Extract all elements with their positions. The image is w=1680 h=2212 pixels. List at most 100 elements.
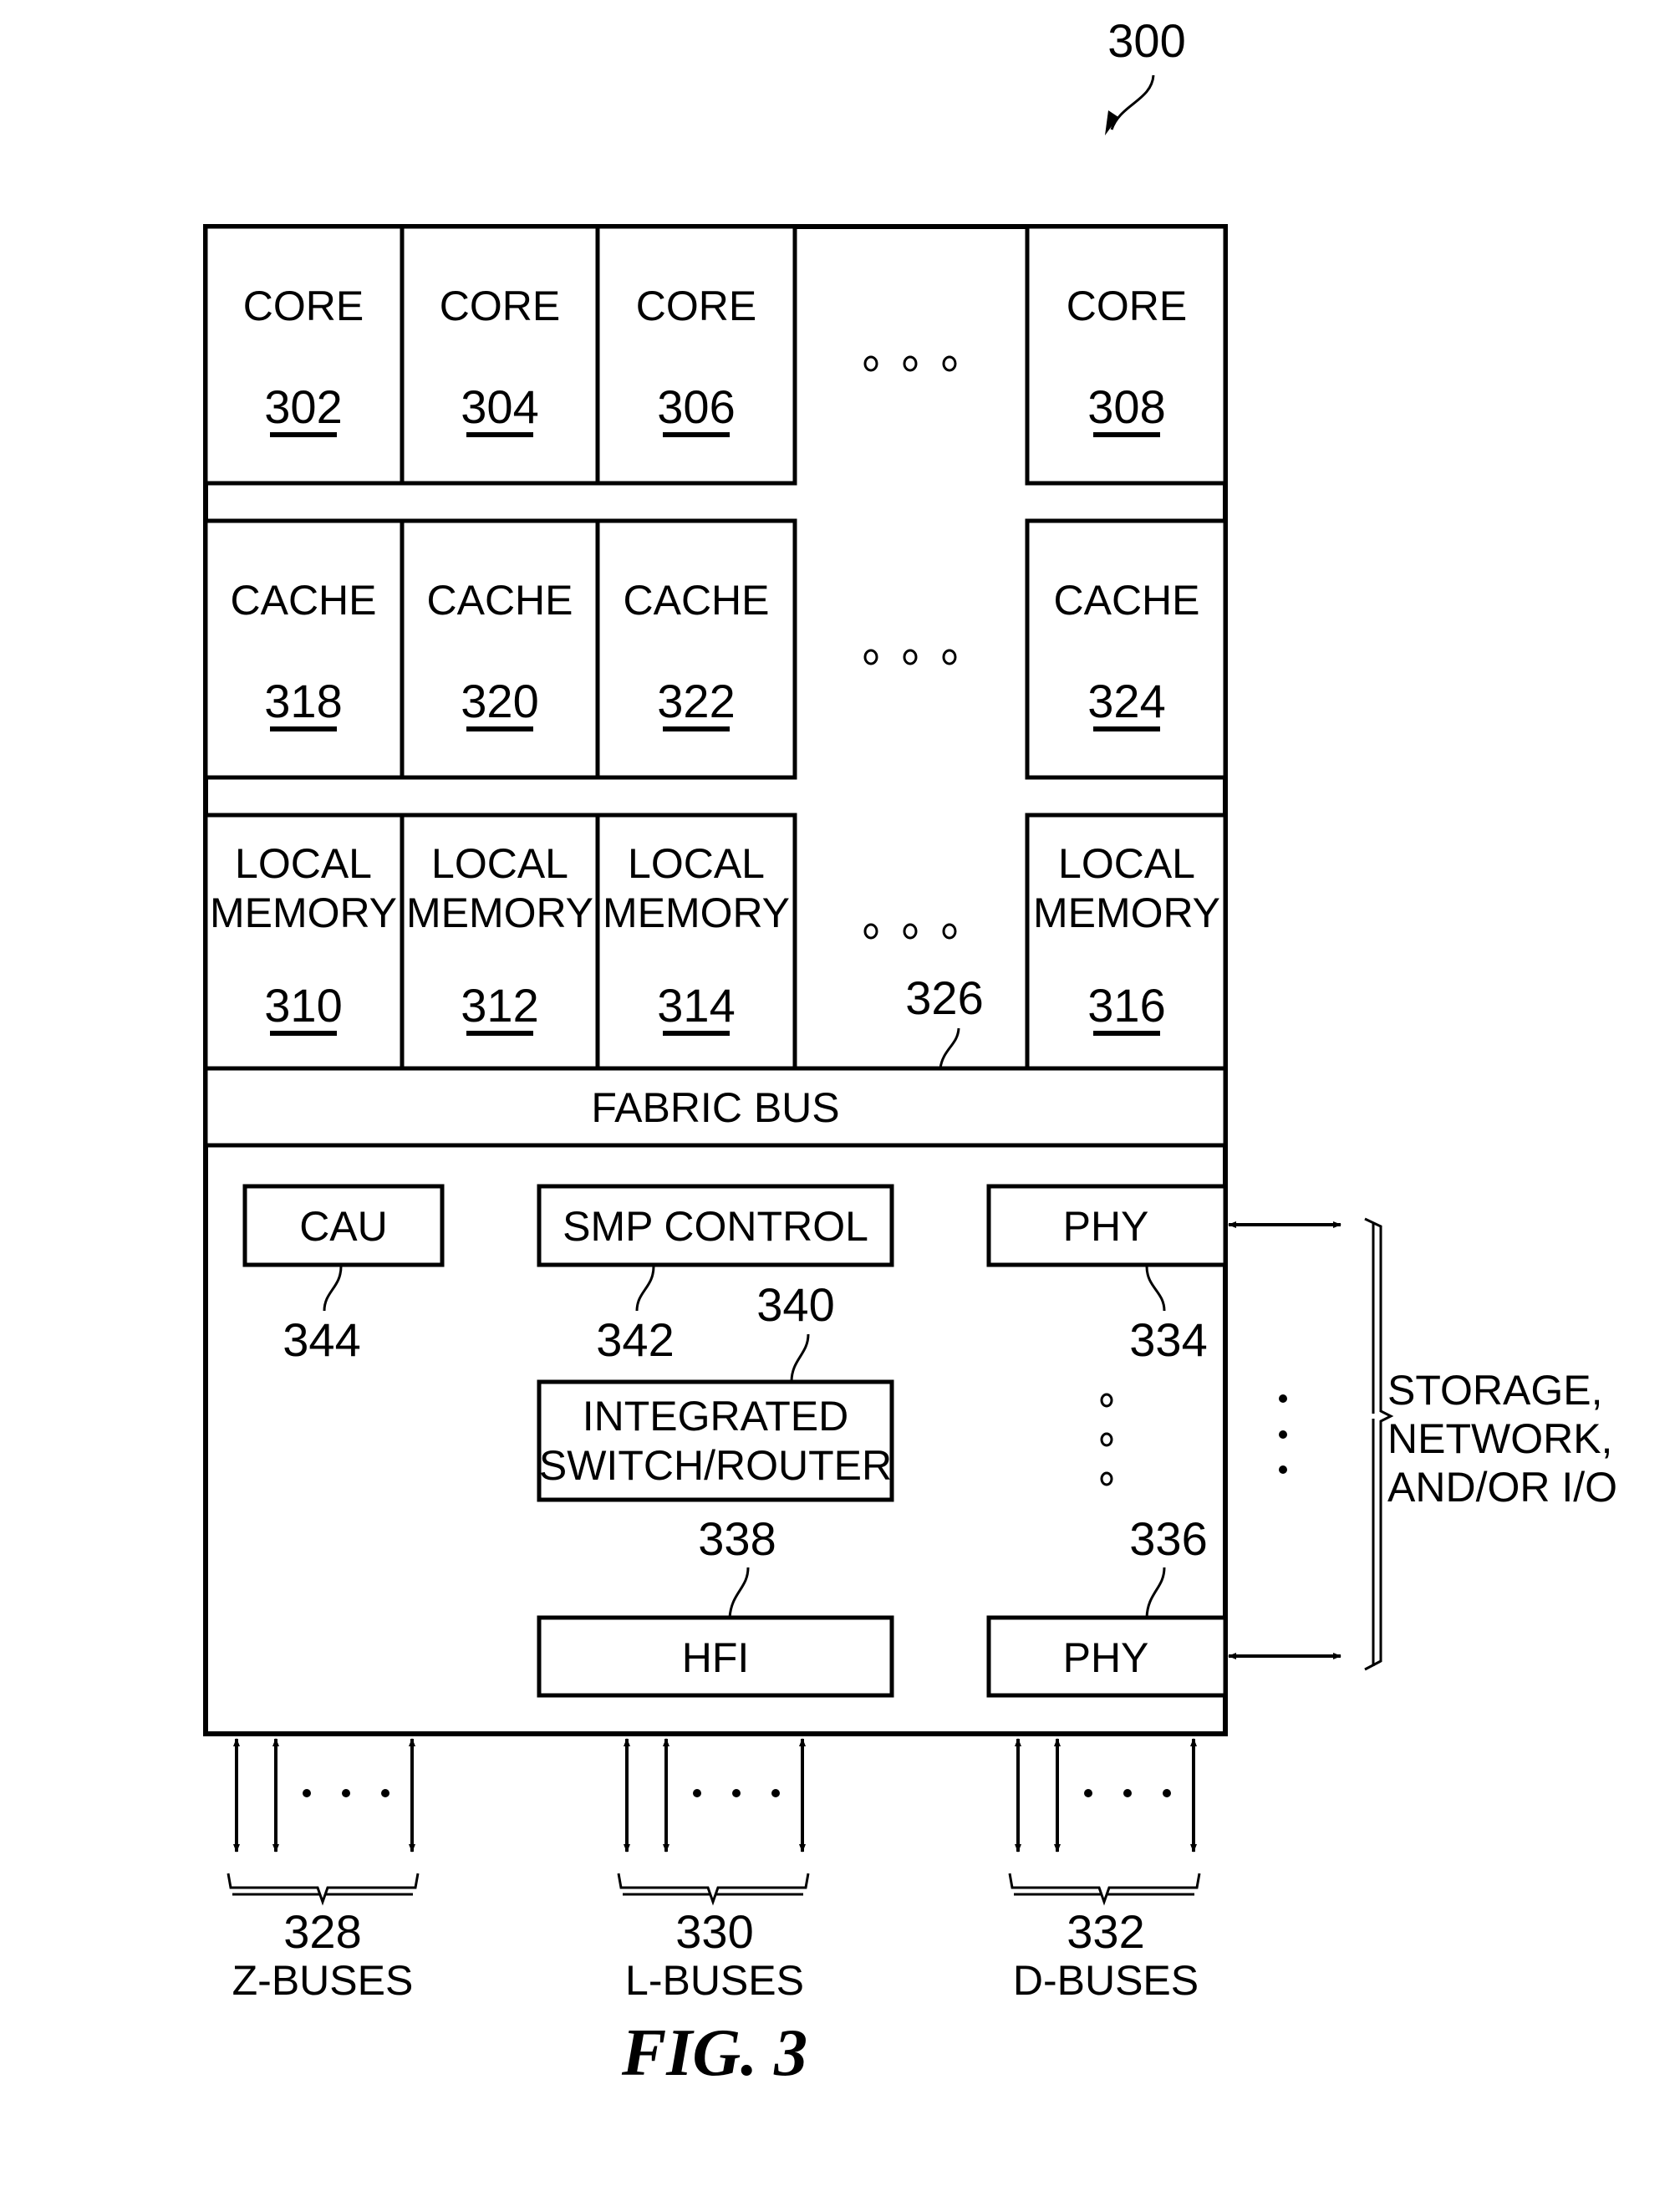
- l-buses-ellipsis-icon: [693, 1789, 780, 1797]
- core-ref: 308: [1087, 380, 1165, 433]
- core-ellipsis-icon: [863, 355, 957, 372]
- phy-top-label: PHY: [1063, 1203, 1149, 1250]
- cache-block[interactable]: CACHE 324: [1025, 518, 1228, 780]
- phy-top-ref: 334: [1129, 1313, 1207, 1366]
- cache-block[interactable]: CACHE 318: [203, 518, 405, 780]
- core-block[interactable]: CORE 306: [595, 224, 797, 486]
- switch-router-leader-icon: [790, 1333, 810, 1383]
- fabric-bus-ref: 326: [905, 971, 983, 1024]
- figure-caption: FIG. 3: [621, 2016, 807, 2090]
- local-memory-label-line1: LOCAL: [628, 840, 765, 887]
- local-memory-block[interactable]: LOCAL MEMORY 314: [595, 813, 797, 1071]
- local-memory-label-line1: LOCAL: [235, 840, 372, 887]
- local-memory-label-line1: LOCAL: [1058, 840, 1195, 887]
- local-memory-block[interactable]: LOCAL MEMORY 310: [203, 813, 405, 1071]
- local-memory-ellipsis-icon: [863, 923, 957, 940]
- cau-ref: 344: [283, 1313, 360, 1366]
- external-label-line2: NETWORK,: [1387, 1415, 1612, 1462]
- core-ref: 302: [264, 380, 342, 433]
- fig3-diagram: 300 CORE 302 CORE 304 CORE 306 CORE 308 …: [203, 14, 1617, 2090]
- d-buses-ellipsis-icon: [1084, 1789, 1171, 1797]
- phy-bottom-ref: 336: [1129, 1512, 1207, 1565]
- local-memory-block[interactable]: LOCAL MEMORY 312: [400, 813, 600, 1071]
- cache-row: CACHE 318 CACHE 320 CACHE 322 CACHE 324: [203, 518, 1228, 780]
- switch-router-ref: 340: [756, 1278, 834, 1331]
- z-buses-ref: 328: [283, 1905, 361, 1958]
- switch-router-label-line2: SWITCH/ROUTER: [539, 1442, 892, 1489]
- local-memory-row: LOCAL MEMORY 310 LOCAL MEMORY 312 LOCAL …: [203, 813, 1228, 1071]
- phy-ellipsis-icon: [1100, 1393, 1113, 1486]
- local-memory-label-line2: MEMORY: [406, 889, 593, 936]
- cache-ref: 324: [1087, 675, 1165, 727]
- external-label-line3: AND/OR I/O: [1387, 1464, 1617, 1511]
- core-ref: 306: [657, 380, 735, 433]
- core-label: CORE: [243, 283, 364, 329]
- smp-control-block[interactable]: SMP CONTROL: [537, 1184, 894, 1267]
- cache-label: CACHE: [230, 577, 376, 624]
- core-label: CORE: [636, 283, 756, 329]
- phy-bottom-label: PHY: [1063, 1634, 1149, 1681]
- z-buses[interactable]: [227, 1738, 420, 1906]
- local-memory-ref: 314: [657, 979, 735, 1032]
- phy-bottom-block[interactable]: PHY: [986, 1615, 1228, 1698]
- local-memory-label-line1: LOCAL: [431, 840, 568, 887]
- figure-ref-label: 300: [1107, 14, 1185, 67]
- fabric-bus-label: FABRIC BUS: [591, 1084, 839, 1131]
- core-row: CORE 302 CORE 304 CORE 306 CORE 308: [203, 224, 1228, 486]
- d-buses[interactable]: [1008, 1738, 1201, 1906]
- d-buses-ref: 332: [1067, 1905, 1144, 1958]
- local-memory-block[interactable]: LOCAL MEMORY 316: [1025, 813, 1228, 1071]
- cache-ref: 318: [264, 675, 342, 727]
- fabric-bus[interactable]: FABRIC BUS: [203, 1066, 1228, 1148]
- cache-ellipsis-icon: [863, 649, 957, 665]
- cache-label: CACHE: [1053, 577, 1199, 624]
- local-memory-ref: 312: [461, 979, 538, 1032]
- l-buses[interactable]: [617, 1738, 810, 1906]
- cache-label: CACHE: [623, 577, 769, 624]
- core-block[interactable]: CORE 302: [203, 224, 405, 486]
- switch-router-label-line1: INTEGRATED: [583, 1393, 849, 1440]
- hfi-block[interactable]: HFI: [537, 1615, 894, 1698]
- smp-control-ref: 342: [596, 1313, 674, 1366]
- core-block[interactable]: CORE 304: [400, 224, 600, 486]
- cau-label: CAU: [299, 1203, 388, 1250]
- hfi-leader-icon: [728, 1567, 750, 1618]
- figure-ref-pointer-icon: [1110, 74, 1155, 130]
- core-block[interactable]: CORE 308: [1025, 224, 1228, 486]
- core-ref: 304: [461, 380, 538, 433]
- cache-block[interactable]: CACHE 320: [400, 518, 600, 780]
- hfi-ref: 338: [698, 1512, 776, 1565]
- cache-ref: 320: [461, 675, 538, 727]
- local-memory-ref: 310: [264, 979, 342, 1032]
- smp-control-leader-icon: [635, 1266, 655, 1312]
- cau-block[interactable]: CAU: [242, 1184, 445, 1267]
- core-label: CORE: [1067, 283, 1187, 329]
- z-buses-ellipsis-icon: [303, 1789, 389, 1797]
- core-label: CORE: [440, 283, 560, 329]
- l-buses-ref: 330: [675, 1905, 753, 1958]
- phy-top-leader-icon: [1145, 1266, 1166, 1312]
- local-memory-label-line2: MEMORY: [1033, 889, 1220, 936]
- phy-top-block[interactable]: PHY: [986, 1184, 1228, 1267]
- l-buses-brace-icon: [617, 1873, 810, 1906]
- z-buses-brace-icon: [227, 1873, 420, 1906]
- local-memory-label-line2: MEMORY: [603, 889, 790, 936]
- figure-ref-arrowhead-icon: [1105, 110, 1118, 135]
- fabric-bus-leader-icon: [939, 1027, 960, 1069]
- io-ellipsis-icon: [1279, 1394, 1287, 1474]
- d-buses-label: D-BUSES: [1013, 1957, 1199, 2004]
- d-buses-brace-icon: [1008, 1873, 1201, 1906]
- external-label-line1: STORAGE,: [1387, 1367, 1602, 1414]
- z-buses-label: Z-BUSES: [232, 1957, 414, 2004]
- cau-leader-icon: [323, 1266, 343, 1312]
- l-buses-label: L-BUSES: [625, 1957, 804, 2004]
- smp-control-label: SMP CONTROL: [563, 1203, 868, 1250]
- phy-bottom-leader-icon: [1145, 1567, 1166, 1618]
- hfi-label: HFI: [682, 1634, 750, 1681]
- local-memory-label-line2: MEMORY: [210, 889, 397, 936]
- cache-block[interactable]: CACHE 322: [595, 518, 797, 780]
- switch-router-block[interactable]: INTEGRATED SWITCH/ROUTER: [537, 1379, 894, 1502]
- cache-label: CACHE: [426, 577, 573, 624]
- cache-ref: 322: [657, 675, 735, 727]
- local-memory-ref: 316: [1087, 979, 1165, 1032]
